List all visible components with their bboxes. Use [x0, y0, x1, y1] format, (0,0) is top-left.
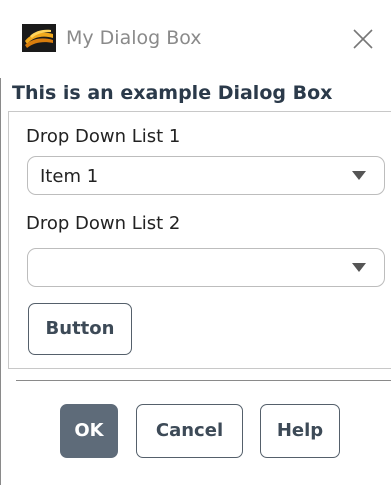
- group-button[interactable]: Button: [28, 303, 132, 355]
- dropdown-2-label: Drop Down List 2: [26, 213, 181, 234]
- dropdown-1-select[interactable]: Item 1: [27, 156, 385, 195]
- window-title: My Dialog Box: [66, 27, 202, 49]
- cancel-button-label: Cancel: [155, 420, 224, 441]
- app-logo-icon: [22, 24, 56, 52]
- footer-separator: [16, 380, 391, 381]
- chevron-down-icon: [352, 171, 366, 180]
- cancel-button[interactable]: Cancel: [136, 404, 243, 458]
- dialog-heading: This is an example Dialog Box: [12, 82, 333, 104]
- title-bar[interactable]: My Dialog Box: [0, 0, 391, 78]
- dropdown-2-select[interactable]: [27, 248, 385, 287]
- group-button-label: Button: [45, 318, 115, 339]
- controls-group: Drop Down List 1 Item 1 Drop Down List 2…: [8, 111, 391, 369]
- chevron-down-icon: [352, 263, 366, 272]
- help-button-label: Help: [276, 420, 324, 441]
- dropdown-1-label: Drop Down List 1: [26, 126, 181, 147]
- help-button[interactable]: Help: [260, 404, 340, 458]
- ok-button-label: OK: [74, 420, 104, 441]
- dropdown-1-value: Item 1: [40, 166, 99, 187]
- close-icon[interactable]: [348, 24, 378, 54]
- ok-button[interactable]: OK: [60, 404, 118, 458]
- dialog-window: My Dialog Box This is an example Dialog …: [0, 0, 391, 485]
